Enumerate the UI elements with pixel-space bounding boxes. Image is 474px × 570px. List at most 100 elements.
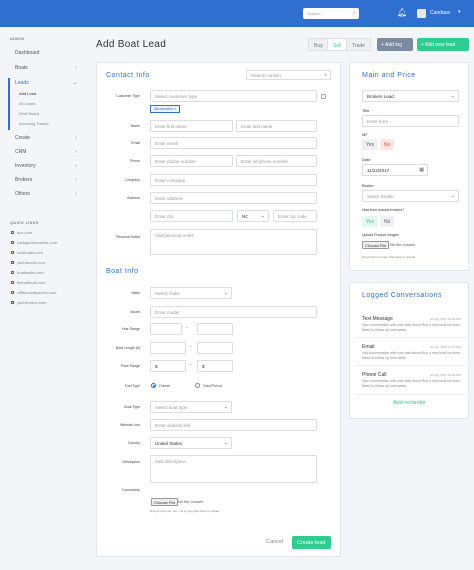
zip-input[interactable]: Enter zip code [273,210,317,222]
boat-type-placeholder: Select boat type [155,405,188,410]
quick-link[interactable]: boattrader.com [11,270,44,275]
quick-link-label: nadaguidesonline.com [17,240,58,245]
sidebar-item-label: Leads [15,80,29,86]
sidebar-item-boats[interactable]: Boats › [15,65,77,71]
date-input[interactable]: 11/22/2017 ▦ [362,164,428,176]
address-input[interactable]: Enter address [150,192,317,204]
mf-label: MF [362,132,368,137]
quick-link[interactable]: buc.com [11,230,32,235]
mf-no-button[interactable]: No [380,139,395,150]
country-select[interactable]: United States ⌄ [150,437,232,449]
log-body: Had conversation with new lead about Buy… [362,351,462,360]
quick-link[interactable]: cliffshorealyachts.com [11,290,56,295]
chevron-down-icon: ⌄ [72,80,77,86]
title-input[interactable]: Enter from [362,115,459,127]
chevron-down-icon: ⌄ [223,440,228,446]
sidebar-subitem-add-lead[interactable]: Add Lead [19,91,36,96]
log-type: Text Message [362,316,393,322]
avatar[interactable] [417,9,426,18]
sidebar-subitem-deal-board[interactable]: Deal Board [19,111,39,116]
global-search-input[interactable]: Search... ⌕ [303,8,359,19]
customer-type-checkbox[interactable] [321,94,326,99]
sidebar-item-crm[interactable]: CRM › [15,149,77,155]
price-min-input[interactable]: $ [150,360,186,372]
create-lead-button[interactable]: Create lead [292,536,331,549]
calendar-icon[interactable]: ▦ [419,167,424,173]
mode-buy-button[interactable]: Buy [308,38,329,51]
company-input[interactable]: Enter company [150,174,317,186]
sidebar-subitem-incoming-trades[interactable]: Incoming Trades [19,121,49,126]
fuel-gas-radio[interactable] [195,383,200,388]
mode-trade-button[interactable]: Trade [346,38,371,51]
sidebar-item-brokers[interactable]: Brokers › [15,177,77,183]
quick-link[interactable]: nadaguidesonline.com [11,240,57,245]
sidebar-item-leads[interactable]: Leads ⌄ [15,80,77,86]
length-max-input[interactable] [197,342,233,354]
customer-type-select[interactable]: Select customer type [150,90,317,102]
documents-no-file-text: No file chosen [178,499,204,504]
year-max-input[interactable] [197,323,233,335]
sidebar-item-inventory[interactable]: Inventory › [15,163,77,169]
quick-link-label: thehalftruth.com [17,280,46,285]
state-value: NC [242,214,249,219]
personal-notes-textarea[interactable]: Add personal notes [150,229,317,255]
quick-link[interactable]: thehalftruth.com [11,280,46,285]
length-min-input[interactable] [150,342,186,354]
address-label: Address [127,196,140,200]
lead-source-select[interactable]: Brokers Lead ⌄ [362,90,459,102]
fuel-diesel-radio[interactable] [151,383,156,388]
hide-no-button[interactable]: No [380,216,395,227]
fuel-gas-label: Gas/Petrol [203,383,222,388]
make-placeholder: Select make [155,291,180,296]
fuel-diesel-label: Diesel [159,383,171,388]
quick-link[interactable]: yachtbroker.com [11,300,46,305]
sidebar-subitem-all-leads[interactable]: All Leads [19,101,35,106]
sidebar-item-others[interactable]: Others › [15,191,77,197]
sidebar-item-label: Others [15,191,31,197]
images-choose-file-button[interactable]: Choose File [362,241,390,249]
website-link-input[interactable]: Enter website link [150,419,317,431]
add-reminder-link[interactable]: Add reminder [393,400,426,406]
email-input[interactable]: Enter email [150,137,317,149]
log-body: Had conversation with new lead about Buy… [362,323,462,332]
add-new-lead-button[interactable]: + Add new lead [417,38,469,51]
name-label: Name [130,124,140,128]
cancel-button[interactable]: Cancel [266,539,283,545]
year-range-label: Year Range [121,327,140,331]
contact-search-input[interactable]: Search contact ⌕ [246,70,331,80]
boat-type-select[interactable]: Select boat type ⌄ [150,401,232,413]
model-input[interactable]: Enter model [150,306,317,318]
customer-type-tag[interactable]: Wholesalers × [150,105,181,113]
quick-link[interactable]: yachtworld.com [11,260,45,265]
chevron-down-icon: ⌄ [450,193,455,199]
city-input[interactable]: Enter city [150,210,233,222]
first-name-input[interactable]: Enter first name [150,120,233,132]
phone-input[interactable]: Enter phone number [150,155,233,167]
upload-images-label: Upload Product Images [362,233,399,237]
sidebar-item-create[interactable]: Create › [15,135,77,141]
mf-yes-button[interactable]: Yes [362,139,379,150]
last-name-input[interactable]: Enter last name [236,120,317,132]
log-date: Oct 22, 2017 12:51 PM [430,317,461,321]
chevron-down-icon[interactable]: ▾ [458,9,461,15]
quick-link[interactable]: soldboats.com [11,250,43,255]
user-name[interactable]: Candace [430,10,450,16]
sidebar-item-label: Inventory [15,163,36,169]
description-textarea[interactable]: Add description [150,455,317,483]
alt-phone-input[interactable]: Enter alt phone number [236,155,317,167]
state-select[interactable]: NC ⌄ [237,210,269,222]
sidebar-item-dashboard[interactable]: Dashboard [15,50,77,56]
hide-yes-button[interactable]: Yes [362,216,379,227]
documents-choose-file-button[interactable]: Choose File [151,498,179,506]
admin-heading: ADMIN [10,36,25,41]
year-min-input[interactable] [150,323,182,335]
search-icon: ⌕ [353,10,356,16]
add-log-button[interactable]: + Add log [377,38,413,51]
broker-select[interactable]: Select Broker ⌄ [362,190,459,202]
make-select[interactable]: Select make ⌄ [150,287,232,299]
mode-sell-button[interactable]: Sell [327,38,348,51]
bell-icon[interactable]: 🔔︎ [397,8,407,17]
quick-link-label: soldboats.com [17,250,43,255]
price-max-input[interactable]: $ [197,360,233,372]
divider [355,394,467,395]
